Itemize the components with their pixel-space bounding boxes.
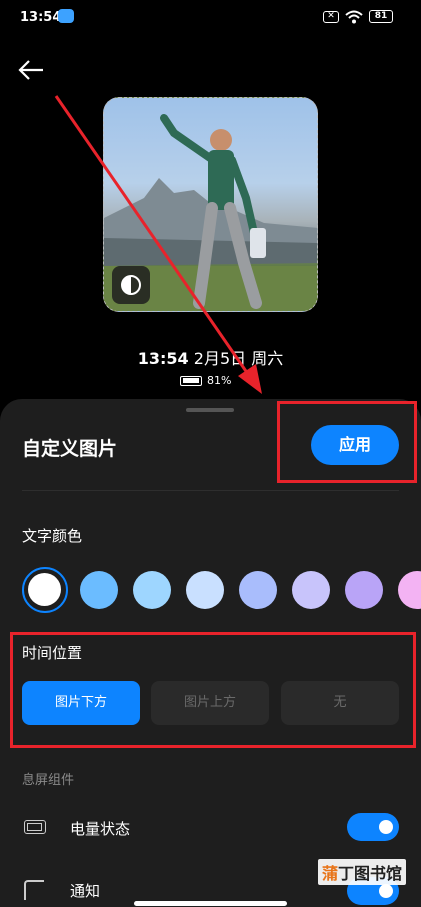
- sheet-title: 自定义图片: [22, 438, 118, 460]
- contrast-icon: [121, 275, 141, 295]
- cloud-icon: [58, 9, 74, 23]
- customize-sheet: 自定义图片 应用 文字颜色 时间位置 图片下方 图片上方 无 息屏组件 电量状态…: [0, 399, 421, 907]
- arrow-left-icon: [18, 60, 43, 80]
- time-position-label: 时间位置: [22, 644, 83, 662]
- status-time: 13:54: [20, 10, 62, 25]
- notification-icon: [24, 880, 44, 900]
- battery-icon: [180, 375, 202, 386]
- time-position-none-button[interactable]: 无: [281, 681, 399, 725]
- color-swatch-periwinkle[interactable]: [239, 571, 277, 609]
- wifi-icon: [345, 9, 363, 28]
- time-position-above-button[interactable]: 图片上方: [151, 681, 269, 725]
- color-swatch-pale-blue[interactable]: [186, 571, 224, 609]
- home-indicator[interactable]: [134, 901, 287, 906]
- preview-date: 2月5日 周六: [193, 349, 284, 368]
- color-swatch-lavender[interactable]: [292, 571, 330, 609]
- color-swatch-purple[interactable]: [345, 571, 383, 609]
- divider: [22, 490, 399, 491]
- color-swatch-white[interactable]: [22, 567, 68, 613]
- widgets-section-label: 息屏组件: [22, 773, 75, 788]
- battery-icon: 81: [369, 10, 393, 23]
- color-swatch-pink[interactable]: [398, 571, 421, 609]
- color-swatch-light-blue[interactable]: [133, 571, 171, 609]
- preview-battery-percent: 81%: [207, 374, 232, 387]
- mute-icon: ✕: [323, 11, 339, 23]
- wallpaper-preview-image[interactable]: [103, 97, 318, 312]
- preview-clock: 13:54 2月5日 周六: [100, 345, 321, 369]
- preview-time: 13:54: [137, 349, 189, 368]
- preview-battery: 81%: [180, 374, 231, 387]
- battery-status-label: 电量状态: [70, 820, 131, 838]
- back-button[interactable]: [16, 56, 48, 84]
- text-color-swatches: [22, 567, 421, 613]
- battery-status-toggle[interactable]: [347, 813, 399, 841]
- watermark: 蒲丁图书馆: [318, 859, 407, 885]
- notification-label: 通知: [70, 882, 101, 900]
- sheet-drag-handle[interactable]: [186, 408, 234, 412]
- text-color-label: 文字颜色: [22, 527, 83, 545]
- battery-status-icon: [24, 820, 46, 834]
- time-position-below-button[interactable]: 图片下方: [22, 681, 140, 725]
- contrast-button[interactable]: [112, 266, 150, 304]
- color-swatch-blue[interactable]: [80, 571, 118, 609]
- annotation-box-apply: [277, 401, 417, 483]
